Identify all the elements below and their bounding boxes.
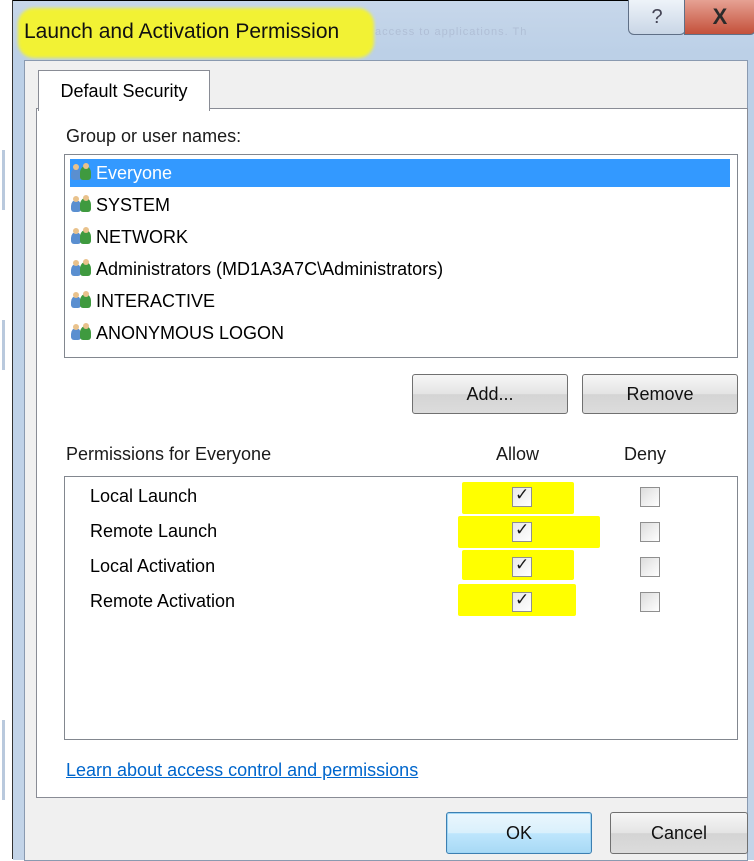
check-icon: ✓ [515, 590, 530, 609]
users-icon [70, 163, 94, 183]
left-edge-strip [0, 0, 13, 859]
users-icon [70, 291, 94, 311]
check-icon: ✓ [515, 485, 530, 504]
ok-button[interactable]: OK [446, 812, 592, 854]
faded-background-text: access to applications. Th [375, 26, 528, 38]
allow-header: Allow [496, 444, 540, 464]
users-icon [70, 259, 94, 279]
list-item-label: ANONYMOUS LOGON [96, 322, 285, 343]
tab-default-security[interactable]: Default Security [38, 70, 210, 111]
list-item-interactive[interactable]: INTERACTIVE [70, 287, 730, 315]
window-title: Launch and Activation Permission [24, 20, 340, 43]
allow-checkbox-local-activation[interactable]: ✓ [512, 555, 532, 577]
add-button[interactable]: Add... [412, 374, 568, 414]
users-icon [70, 227, 94, 247]
users-icon [70, 195, 94, 215]
group-list-label: Group or user names: [66, 126, 242, 146]
deny-header: Deny [624, 444, 667, 464]
perm-local-launch-label: Local Launch [90, 486, 198, 506]
close-button[interactable]: X [684, 0, 754, 35]
perm-remote-activation-label: Remote Activation [90, 591, 236, 611]
perm-local-activation-label: Local Activation [90, 556, 216, 576]
deny-checkbox-remote-launch[interactable] [640, 522, 660, 542]
check-icon: ✓ [515, 520, 530, 539]
list-item-label: NETWORK [96, 226, 188, 247]
allow-checkbox-remote-launch[interactable]: ✓ [512, 520, 532, 542]
users-icon [70, 323, 94, 343]
list-item-everyone[interactable]: Everyone [70, 159, 730, 187]
help-icon: ? [651, 5, 663, 28]
list-item-label: Everyone [96, 162, 173, 183]
list-item-system[interactable]: SYSTEM [70, 191, 730, 219]
cancel-button[interactable]: Cancel [610, 812, 748, 854]
list-item-anonymous-logon[interactable]: ANONYMOUS LOGON [70, 319, 730, 347]
check-icon: ✓ [515, 555, 530, 574]
help-button[interactable]: ? [628, 0, 686, 35]
group-user-list[interactable]: Everyone SYSTEM NETWORK Administrators (… [64, 154, 738, 358]
tab-label: Default Security [60, 80, 188, 101]
list-item-network[interactable]: NETWORK [70, 223, 730, 251]
deny-checkbox-remote-activation[interactable] [640, 592, 660, 612]
deny-checkbox-local-launch[interactable] [640, 487, 660, 507]
allow-checkbox-local-launch[interactable]: ✓ [512, 485, 532, 507]
list-item-label: SYSTEM [96, 194, 171, 215]
list-item-administrators[interactable]: Administrators (MD1A3A7C\Administrators) [70, 255, 730, 283]
remove-button[interactable]: Remove [582, 374, 738, 414]
close-icon: X [712, 4, 728, 29]
perm-remote-launch-label: Remote Launch [90, 521, 218, 541]
access-control-help-link[interactable]: Learn about access control and permissio… [66, 760, 418, 781]
deny-checkbox-local-activation[interactable] [640, 557, 660, 577]
list-item-label: Administrators (MD1A3A7C\Administrators) [96, 258, 444, 279]
allow-checkbox-remote-activation[interactable]: ✓ [512, 590, 532, 612]
list-item-label: INTERACTIVE [96, 290, 216, 311]
permissions-label: Permissions for Everyone [66, 444, 272, 464]
